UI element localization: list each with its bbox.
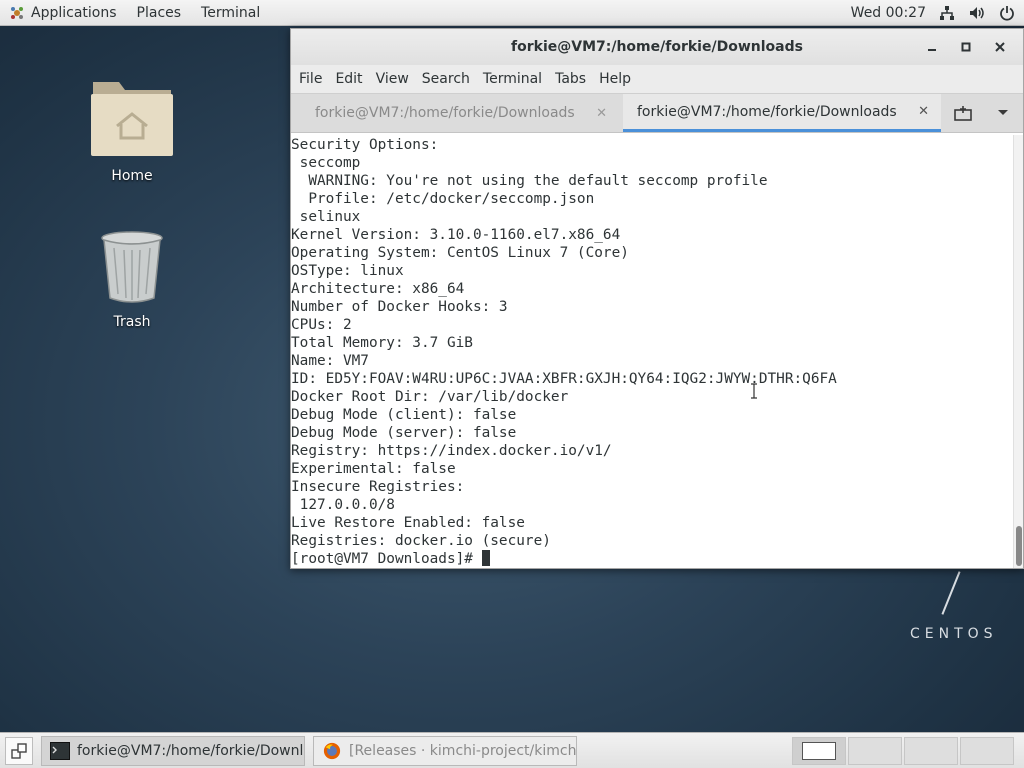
network-icon[interactable] bbox=[938, 4, 956, 22]
terminal-line: Profile: /etc/docker/seccomp.json bbox=[291, 191, 595, 207]
show-desktop-button[interactable] bbox=[5, 736, 33, 765]
terminal-prompt-line[interactable]: [root@VM7 Downloads]# bbox=[291, 550, 1013, 568]
workspace-3[interactable] bbox=[904, 737, 958, 765]
terminal-line: Debug Mode (server): false bbox=[291, 425, 517, 441]
ibeam-cursor-icon bbox=[751, 383, 757, 399]
window-controls bbox=[915, 29, 1017, 65]
menu-search[interactable]: Search bbox=[417, 71, 478, 87]
applications-icon bbox=[10, 6, 24, 20]
terminal-line: ID: ED5Y:FOAV:W4RU:UP6C:JVAA:XBFR:GXJH:Q… bbox=[291, 371, 837, 387]
window-titlebar[interactable]: forkie@VM7:/home/forkie/Downloads bbox=[291, 29, 1023, 65]
menu-file[interactable]: File bbox=[294, 71, 330, 87]
terminal-line: WARNING: You're not using the default se… bbox=[291, 173, 768, 189]
top-panel: Applications Places Terminal Wed 00:27 bbox=[0, 0, 1024, 26]
taskbar-item-firefox[interactable]: [Releases · kimchi-project/kimchi · G... bbox=[313, 735, 577, 766]
terminal-line: OSType: linux bbox=[291, 263, 404, 279]
tab-tools bbox=[943, 94, 1023, 132]
menu-tabs[interactable]: Tabs bbox=[550, 71, 594, 87]
workspace-4[interactable] bbox=[960, 737, 1014, 765]
window-title: forkie@VM7:/home/forkie/Downloads bbox=[511, 39, 803, 55]
taskbar-item-terminal-label: forkie@VM7:/home/forkie/Downloa... bbox=[77, 742, 304, 759]
terminal-output[interactable]: Security Options: seccomp WARNING: You'r… bbox=[291, 135, 1013, 568]
system-tray[interactable] bbox=[938, 4, 1024, 22]
tab-1-close-icon[interactable]: ✕ bbox=[596, 106, 607, 121]
scrollbar-thumb[interactable] bbox=[1016, 526, 1022, 566]
menu-edit[interactable]: Edit bbox=[330, 71, 370, 87]
terminal-line: Experimental: false bbox=[291, 461, 456, 477]
taskbar-item-firefox-label: [Releases · kimchi-project/kimchi · G... bbox=[349, 742, 577, 759]
terminal-line: Live Restore Enabled: false bbox=[291, 515, 525, 531]
desktop-trash[interactable]: Trash bbox=[72, 230, 192, 330]
terminal-line: seccomp bbox=[291, 155, 361, 171]
terminal-app-menu[interactable]: Terminal bbox=[191, 0, 270, 26]
clock[interactable]: Wed 00:27 bbox=[839, 5, 938, 21]
menu-view[interactable]: View bbox=[371, 71, 417, 87]
menubar: File Edit View Search Terminal Tabs Help bbox=[291, 65, 1023, 93]
terminal-line: 127.0.0.0/8 bbox=[291, 497, 395, 513]
terminal-line: CPUs: 2 bbox=[291, 317, 352, 333]
home-folder-icon bbox=[91, 82, 173, 156]
terminal-line: Insecure Registries: bbox=[291, 479, 465, 495]
workspace-switcher bbox=[792, 737, 1014, 765]
minimize-icon bbox=[928, 49, 936, 51]
new-tab-button[interactable] bbox=[943, 94, 983, 132]
workspace-1[interactable] bbox=[792, 737, 846, 765]
terminal-line: Registries: docker.io (secure) bbox=[291, 533, 551, 549]
close-icon bbox=[995, 42, 1005, 52]
terminal-scrollbar[interactable] bbox=[1013, 135, 1023, 568]
terminal-line: Kernel Version: 3.10.0-1160.el7.x86_64 bbox=[291, 227, 621, 243]
places-menu[interactable]: Places bbox=[127, 0, 192, 26]
new-tab-icon bbox=[954, 106, 972, 121]
centos-logo: CENTOS bbox=[910, 626, 998, 642]
tab-1-label: forkie@VM7:/home/forkie/Downloads bbox=[315, 105, 575, 121]
trash-label: Trash bbox=[113, 314, 151, 330]
show-desktop-icon bbox=[11, 742, 27, 759]
maximize-button[interactable] bbox=[949, 29, 983, 65]
terminal-line: Debug Mode (client): false bbox=[291, 407, 517, 423]
firefox-icon bbox=[323, 742, 341, 759]
maximize-icon bbox=[961, 42, 971, 52]
chevron-down-icon bbox=[998, 110, 1008, 115]
applications-menu[interactable]: Applications bbox=[0, 0, 127, 26]
terminal-window[interactable]: forkie@VM7:/home/forkie/Downloads File E… bbox=[290, 28, 1024, 569]
terminal-line: Registry: https://index.docker.io/v1/ bbox=[291, 443, 612, 459]
taskbar-item-terminal[interactable]: forkie@VM7:/home/forkie/Downloa... bbox=[41, 735, 305, 766]
power-icon[interactable] bbox=[998, 4, 1016, 22]
tab-bar: forkie@VM7:/home/forkie/Downloads ✕ fork… bbox=[291, 93, 1023, 133]
tab-2-close-icon[interactable]: ✕ bbox=[918, 104, 929, 119]
trash-icon bbox=[101, 231, 163, 303]
menu-terminal[interactable]: Terminal bbox=[478, 71, 550, 87]
home-label: Home bbox=[111, 168, 153, 184]
tab-2[interactable]: forkie@VM7:/home/forkie/Downloads ✕ bbox=[623, 94, 941, 132]
terminal-line: Security Options: bbox=[291, 137, 439, 153]
terminal-line: Name: VM7 bbox=[291, 353, 369, 369]
menu-help[interactable]: Help bbox=[594, 71, 639, 87]
close-button[interactable] bbox=[983, 29, 1017, 65]
terminal-prompt: [root@VM7 Downloads]# bbox=[291, 551, 482, 567]
terminal-line: Number of Docker Hooks: 3 bbox=[291, 299, 508, 315]
terminal-icon bbox=[50, 741, 70, 760]
tab-menu-button[interactable] bbox=[983, 94, 1023, 132]
volume-icon[interactable] bbox=[968, 4, 986, 22]
tab-1[interactable]: forkie@VM7:/home/forkie/Downloads ✕ bbox=[301, 94, 619, 132]
text-cursor bbox=[481, 550, 490, 566]
terminal-line: Total Memory: 3.7 GiB bbox=[291, 335, 473, 351]
applications-label: Applications bbox=[31, 4, 117, 21]
terminal-line: selinux bbox=[291, 209, 361, 225]
workspace-2[interactable] bbox=[848, 737, 902, 765]
terminal-line: Operating System: CentOS Linux 7 (Core) bbox=[291, 245, 629, 261]
terminal-line: Docker Root Dir: /var/lib/docker bbox=[291, 389, 569, 405]
terminal-line: Architecture: x86_64 bbox=[291, 281, 465, 297]
bottom-panel: forkie@VM7:/home/forkie/Downloa... [Rele… bbox=[0, 732, 1024, 768]
workspace-1-window-preview bbox=[802, 742, 836, 760]
minimize-button[interactable] bbox=[915, 29, 949, 65]
centos-logo-mark bbox=[941, 571, 961, 615]
desktop-home[interactable]: Home bbox=[72, 74, 192, 184]
tab-2-label: forkie@VM7:/home/forkie/Downloads bbox=[637, 103, 897, 120]
